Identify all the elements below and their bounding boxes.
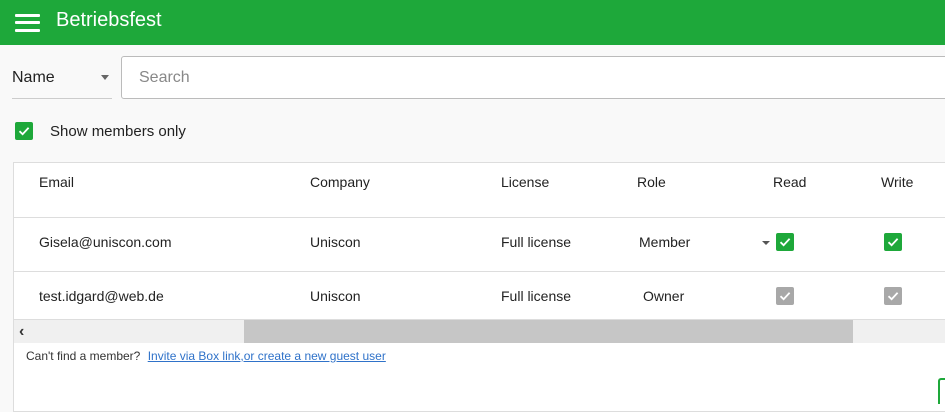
table-row[interactable]: Gisela@uniscon.com Uniscon Full license … (14, 218, 945, 272)
role-dropdown-icon[interactable] (762, 241, 770, 245)
invite-question: Can't find a member? (26, 349, 141, 363)
filter-field-value: Name (12, 68, 55, 86)
row-license: Full license (501, 288, 572, 304)
row-role: Owner (643, 288, 685, 304)
check-icon (779, 238, 791, 247)
filter-field-select[interactable]: Name (12, 57, 112, 99)
row-email: Gisela@uniscon.com (39, 234, 172, 250)
column-header-license[interactable]: License (501, 174, 549, 190)
check-icon (779, 292, 791, 301)
column-header-read[interactable]: Read (773, 174, 806, 190)
read-checkbox[interactable] (776, 233, 794, 254)
write-checkbox[interactable] (884, 233, 902, 254)
check-icon (887, 292, 899, 301)
row-license: Full license (501, 234, 572, 250)
read-checkbox-disabled (776, 287, 794, 308)
page-title: Betriebsfest (56, 9, 162, 31)
column-header-company[interactable]: Company (310, 174, 370, 190)
row-company: Uniscon (310, 234, 361, 250)
table-row[interactable]: test.idgard@web.de Uniscon Full license … (14, 272, 945, 320)
invite-note: Can't find a member? Invite via Box link… (26, 349, 386, 363)
row-company: Uniscon (310, 288, 361, 304)
hamburger-menu-icon[interactable] (15, 13, 40, 32)
top-bar: Betriebsfest (0, 0, 945, 45)
corner-decoration (938, 378, 945, 404)
show-members-only-label: Show members only (50, 122, 186, 140)
column-header-write[interactable]: Write (881, 174, 913, 190)
scrollbar-thumb[interactable] (244, 320, 853, 343)
column-header-role[interactable]: Role (637, 174, 666, 190)
search-input[interactable] (121, 56, 945, 99)
scroll-left-icon[interactable]: ‹ (19, 323, 24, 341)
show-members-only-toggle[interactable]: Show members only (15, 122, 186, 140)
table-header: Email Company License Role Read Write (14, 163, 945, 218)
row-role: Member (639, 234, 691, 250)
check-icon (18, 127, 30, 136)
write-checkbox-disabled (884, 287, 902, 308)
invite-link[interactable]: Invite via Box link,or create a new gues… (148, 349, 386, 363)
column-header-email[interactable]: Email (39, 174, 74, 190)
row-email: test.idgard@web.de (39, 288, 164, 304)
chevron-down-icon (101, 75, 109, 80)
check-icon (887, 238, 899, 247)
members-table: Email Company License Role Read Write Gi… (13, 162, 945, 412)
horizontal-scrollbar[interactable]: ‹ (14, 320, 945, 343)
show-members-only-checkbox[interactable] (15, 122, 33, 140)
